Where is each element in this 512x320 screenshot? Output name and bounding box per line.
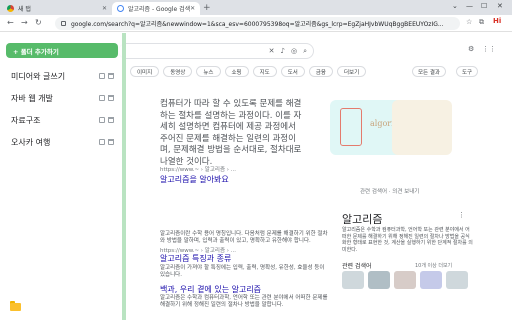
result-snippet: 알고리즘이 가져야 할 특징에는 입력, 출력, 명확성, 유한성, 효율성 등…: [160, 265, 325, 278]
tools-button[interactable]: 도구: [456, 66, 479, 77]
filter-chip[interactable]: 더보기: [337, 66, 367, 77]
filter-chip[interactable]: 지도: [252, 66, 277, 77]
result-url[interactable]: https://www.~ › 알고리즘 › ...: [160, 165, 236, 173]
chrome-icon: [7, 5, 14, 12]
feedback-link[interactable]: 관련 검색어 · 의견 보내기: [360, 187, 419, 195]
filter-chip[interactable]: 뉴스: [196, 66, 221, 77]
filter-chip[interactable]: 도서: [280, 66, 305, 77]
related-searches-title: 관련 검색어: [342, 263, 372, 270]
folder-item-osaka-trip[interactable]: 오사카 여행: [6, 135, 118, 149]
more-options-icon[interactable]: ⋮: [458, 211, 465, 219]
knowledge-panel-title: 알고리즘: [342, 213, 383, 226]
tab-strip: 새 탭 ✕ 알고리즘 - Google 검색 ✕ + ⌄ — ☐ ✕: [0, 0, 512, 15]
tab-title: 알고리즘 - Google 검색: [128, 6, 191, 13]
trash-icon[interactable]: [108, 117, 114, 123]
forward-icon[interactable]: →: [21, 18, 28, 27]
folder-label: 오사카 여행: [11, 137, 51, 147]
tab-google-search[interactable]: 알고리즘 - Google 검색 ✕: [112, 2, 200, 15]
result-title[interactable]: 알고리즘 특징과 종류: [160, 253, 231, 264]
panel-resize-handle[interactable]: [122, 33, 126, 320]
trash-icon[interactable]: [108, 95, 114, 101]
profile-avatar[interactable]: Hi: [493, 17, 507, 29]
maximize-button[interactable]: ☐: [481, 2, 487, 10]
snippet-image-2[interactable]: [392, 100, 452, 155]
filter-chip[interactable]: 이미지: [130, 66, 160, 77]
related-image[interactable]: [446, 271, 468, 289]
trash-icon[interactable]: [108, 139, 114, 145]
browser-toolbar: ← → ↻ google.com/search?q=알고리즘&newwindow…: [0, 15, 512, 32]
folder-label: 자바 웹 개발: [11, 93, 53, 103]
add-folder-button[interactable]: + 폴더 추가하기: [6, 43, 118, 58]
camera-icon[interactable]: ◎: [291, 47, 297, 55]
edit-icon[interactable]: [99, 139, 105, 145]
edit-icon[interactable]: [99, 117, 105, 123]
tab-search-icon[interactable]: ⌄: [452, 2, 458, 10]
lock-icon: [61, 21, 66, 26]
related-image[interactable]: [420, 271, 442, 289]
folder-item-media-writing[interactable]: 미디어와 글쓰기: [6, 69, 118, 83]
result-title[interactable]: 백과, 우리 곁에 있는 알고리즘: [160, 284, 261, 295]
minimize-button[interactable]: —: [466, 2, 473, 10]
all-results-dropdown[interactable]: 모든 결과: [412, 66, 446, 77]
result-snippet: 알고리즘은 수학과 컴퓨터과학, 언어학 또는 관련 분야에서 어떠한 문제를 …: [160, 295, 328, 308]
search-filters: 이미지 동영상 뉴스 쇼핑 지도 도서 금융 더보기: [130, 66, 367, 77]
folder-item-data-structures[interactable]: 자료구조: [6, 113, 118, 127]
tab-title: 새 탭: [18, 6, 31, 13]
related-image[interactable]: [342, 271, 364, 289]
folder-item-java-web[interactable]: 자바 웹 개발: [6, 91, 118, 105]
filter-chip[interactable]: 금융: [308, 66, 333, 77]
related-image[interactable]: [394, 271, 416, 289]
star-icon[interactable]: ☆: [466, 18, 472, 26]
knowledge-panel-text: 알고리즘은 수학과 컴퓨터과학, 언어학 또는 관련 분야에서 어떠한 문제를 …: [342, 227, 473, 253]
address-text: google.com/search?q=알고리즘&newwindow=1&sca…: [71, 21, 444, 28]
result-snippet: 알고리즘이란 수학 용어 명칭입니다. 다음처럼 문제를 해결하기 위한 절차와…: [160, 231, 328, 244]
flowchart-graphic: [340, 108, 362, 146]
snippet-link[interactable]: 알고리즘을 알아봐요: [160, 174, 229, 185]
close-window-button[interactable]: ✕: [497, 2, 503, 10]
search-input[interactable]: ✕ ♪ ◎ ⌕: [118, 43, 314, 59]
folder-label: 자료구조: [11, 115, 41, 125]
filter-chip[interactable]: 동영상: [163, 66, 193, 77]
clear-icon[interactable]: ✕: [269, 47, 275, 55]
mic-icon[interactable]: ♪: [281, 47, 285, 55]
close-icon[interactable]: ✕: [102, 5, 107, 12]
folder-icon[interactable]: [10, 301, 21, 311]
reload-icon[interactable]: ↻: [35, 18, 42, 27]
edit-icon[interactable]: [99, 95, 105, 101]
new-tab-button[interactable]: +: [203, 3, 211, 13]
back-icon[interactable]: ←: [7, 18, 14, 27]
edit-icon[interactable]: [99, 73, 105, 79]
filter-chip[interactable]: 쇼핑: [224, 66, 249, 77]
close-icon[interactable]: ✕: [190, 5, 195, 12]
settings-icon[interactable]: ⚙: [468, 45, 474, 53]
related-more-link[interactable]: 10개 이상 더보기: [415, 262, 452, 269]
search-icon[interactable]: ⌕: [303, 47, 307, 56]
extensions-icon[interactable]: ⧉: [479, 18, 484, 27]
tab-new-tab[interactable]: 새 탭 ✕: [2, 2, 112, 15]
address-bar[interactable]: google.com/search?q=알고리즘&newwindow=1&sca…: [55, 17, 460, 30]
featured-snippet: 컴퓨터가 따라 할 수 있도록 문제를 해결하는 절차를 설명하는 과정이다. …: [160, 99, 302, 167]
trash-icon[interactable]: [108, 73, 114, 79]
apps-icon[interactable]: ⋮⋮: [482, 45, 496, 53]
folder-label: 미디어와 글쓰기: [11, 71, 66, 81]
related-image[interactable]: [368, 271, 390, 289]
google-icon: [117, 5, 124, 12]
